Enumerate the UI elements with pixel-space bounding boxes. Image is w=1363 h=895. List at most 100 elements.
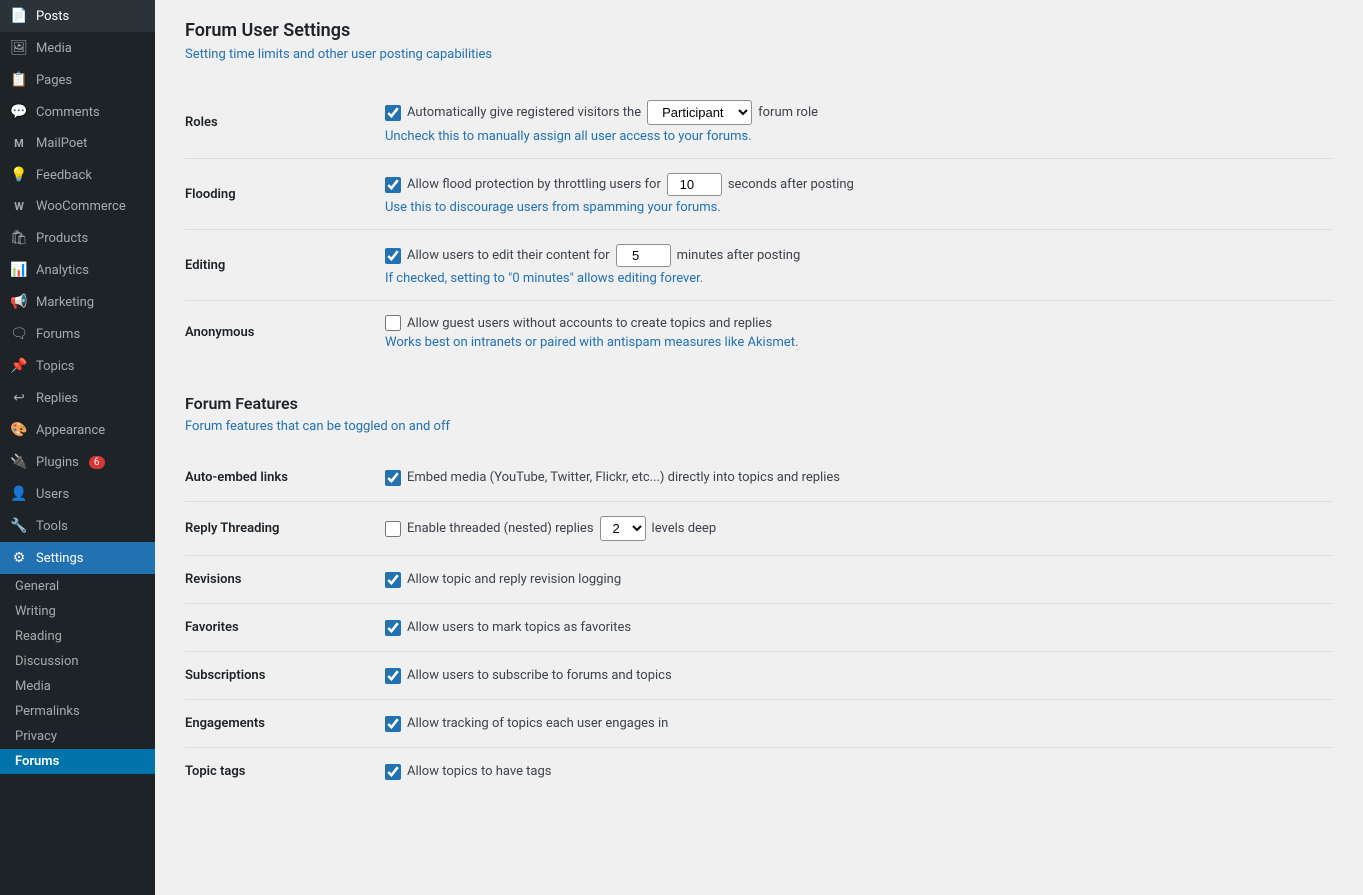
checkbox-flooding[interactable] [385, 177, 401, 193]
row-favorites: Favorites Allow users to mark topics as … [185, 604, 1333, 652]
threading-level-select[interactable]: 2 3 4 5 6 7 8 [600, 516, 646, 541]
sidebar-label-analytics: Analytics [36, 263, 89, 278]
sub-item-reading[interactable]: Reading [0, 624, 155, 649]
sidebar-label-appearance: Appearance [36, 423, 105, 438]
flooding-pre-text: Allow flood protection by throttling use… [407, 177, 661, 192]
engagements-text: Allow tracking of topics each user engag… [407, 716, 668, 731]
mailpoet-icon: M [10, 137, 28, 150]
sidebar-item-tools[interactable]: 🔧 Tools [0, 510, 155, 542]
checkbox-engagements[interactable] [385, 716, 401, 732]
control-reply-threading: Enable threaded (nested) replies 2 3 4 5… [385, 502, 1333, 556]
label-anonymous: Anonymous [185, 301, 385, 365]
control-engagements: Allow tracking of topics each user engag… [385, 700, 1333, 748]
sidebar-item-feedback[interactable]: 💡 Feedback [0, 159, 155, 191]
checkbox-topic-tags[interactable] [385, 764, 401, 780]
sub-item-writing[interactable]: Writing [0, 599, 155, 624]
control-editing: Allow users to edit their content for mi… [385, 230, 1333, 301]
sub-item-forums[interactable]: Forums [0, 749, 155, 774]
sidebar-label-posts: Posts [36, 9, 69, 24]
flooding-number[interactable] [667, 173, 722, 196]
control-auto-embed: Embed media (YouTube, Twitter, Flickr, e… [385, 454, 1333, 502]
control-roles: Automatically give registered visitors t… [385, 86, 1333, 159]
sidebar-label-products: Products [36, 231, 88, 246]
checkbox-favorites[interactable] [385, 620, 401, 636]
sub-item-general[interactable]: General [0, 574, 155, 599]
sidebar-label-comments: Comments [36, 105, 100, 120]
posts-icon: 📄 [10, 8, 28, 24]
roles-post-text: forum role [758, 105, 818, 120]
sidebar-label-woocommerce: WooCommerce [36, 199, 126, 214]
products-icon: 🛍 [10, 230, 28, 246]
threading-pre-text: Enable threaded (nested) replies [407, 521, 594, 536]
flooding-hint: Use this to discourage users from spammi… [385, 200, 1333, 215]
topic-tags-text: Allow topics to have tags [407, 764, 552, 779]
pages-icon: 📋 [10, 72, 28, 88]
sub-item-privacy[interactable]: Privacy [0, 724, 155, 749]
favorites-text: Allow users to mark topics as favorites [407, 620, 631, 635]
sidebar-item-replies[interactable]: ↩ Replies [0, 382, 155, 414]
sidebar-item-comments[interactable]: 💬 Comments [0, 96, 155, 128]
control-flooding: Allow flood protection by throttling use… [385, 159, 1333, 230]
users-icon: 👤 [10, 486, 28, 502]
row-auto-embed: Auto-embed links Embed media (YouTube, T… [185, 454, 1333, 502]
sidebar-item-topics[interactable]: 📌 Topics [0, 350, 155, 382]
subscriptions-text: Allow users to subscribe to forums and t… [407, 668, 672, 683]
label-engagements: Engagements [185, 700, 385, 748]
sidebar-item-appearance[interactable]: 🎨 Appearance [0, 414, 155, 446]
row-subscriptions: Subscriptions Allow users to subscribe t… [185, 652, 1333, 700]
label-revisions: Revisions [185, 556, 385, 604]
sidebar-item-users[interactable]: 👤 Users [0, 478, 155, 510]
sidebar-item-plugins[interactable]: 🔌 Plugins 6 [0, 446, 155, 478]
label-roles: Roles [185, 86, 385, 159]
control-topic-tags: Allow topics to have tags [385, 748, 1333, 796]
media-icon: 🖼 [10, 40, 28, 56]
sidebar-label-plugins: Plugins [36, 455, 79, 470]
sidebar-label-settings: Settings [36, 551, 83, 566]
sidebar-item-products[interactable]: 🛍 Products [0, 222, 155, 254]
checkbox-revisions[interactable] [385, 572, 401, 588]
checkbox-auto-embed[interactable] [385, 470, 401, 486]
sidebar-item-forums[interactable]: 🗨 Forums [0, 318, 155, 350]
sidebar-item-settings[interactable]: ⚙ Settings [0, 542, 155, 574]
sidebar-item-mailpoet[interactable]: M MailPoet [0, 128, 155, 159]
checkbox-subscriptions[interactable] [385, 668, 401, 684]
replies-icon: ↩ [10, 390, 28, 406]
roles-pre-text: Automatically give registered visitors t… [407, 105, 641, 120]
checkbox-roles[interactable] [385, 105, 401, 121]
feedback-icon: 💡 [10, 167, 28, 183]
sidebar-item-analytics[interactable]: 📊 Analytics [0, 254, 155, 286]
label-flooding: Flooding [185, 159, 385, 230]
sidebar-item-posts[interactable]: 📄 Posts [0, 0, 155, 32]
sidebar-label-feedback: Feedback [36, 168, 92, 183]
row-anonymous: Anonymous Allow guest users without acco… [185, 301, 1333, 365]
sub-item-media[interactable]: Media [0, 674, 155, 699]
sidebar-label-forums: Forums [36, 327, 80, 342]
comments-icon: 💬 [10, 104, 28, 120]
anonymous-hint: Works best on intranets or paired with a… [385, 335, 1333, 350]
sidebar-label-replies: Replies [36, 391, 78, 406]
row-editing: Editing Allow users to edit their conten… [185, 230, 1333, 301]
auto-embed-text: Embed media (YouTube, Twitter, Flickr, e… [407, 470, 840, 485]
page-subtitle: Setting time limits and other user posti… [185, 47, 1333, 62]
sidebar-item-pages[interactable]: 📋 Pages [0, 64, 155, 96]
sidebar-item-marketing[interactable]: 📢 Marketing [0, 286, 155, 318]
sidebar-label-tools: Tools [36, 519, 68, 534]
sub-item-discussion[interactable]: Discussion [0, 649, 155, 674]
editing-number[interactable] [616, 244, 671, 267]
marketing-icon: 📢 [10, 294, 28, 310]
row-topic-tags: Topic tags Allow topics to have tags [185, 748, 1333, 796]
topics-icon: 📌 [10, 358, 28, 374]
sidebar-item-media[interactable]: 🖼 Media [0, 32, 155, 64]
control-favorites: Allow users to mark topics as favorites [385, 604, 1333, 652]
features-subtitle: Forum features that can be toggled on an… [185, 419, 1333, 434]
checkbox-reply-threading[interactable] [385, 521, 401, 537]
control-subscriptions: Allow users to subscribe to forums and t… [385, 652, 1333, 700]
sub-item-permalinks[interactable]: Permalinks [0, 699, 155, 724]
role-select[interactable]: Participant Moderator Keymaster Blocked … [647, 100, 752, 125]
threading-post-text: levels deep [652, 521, 717, 536]
checkbox-editing[interactable] [385, 248, 401, 264]
checkbox-anonymous[interactable] [385, 315, 401, 331]
sidebar-item-woocommerce[interactable]: W WooCommerce [0, 191, 155, 222]
sidebar-label-marketing: Marketing [36, 295, 94, 310]
main-content: Forum User Settings Setting time limits … [155, 0, 1363, 895]
